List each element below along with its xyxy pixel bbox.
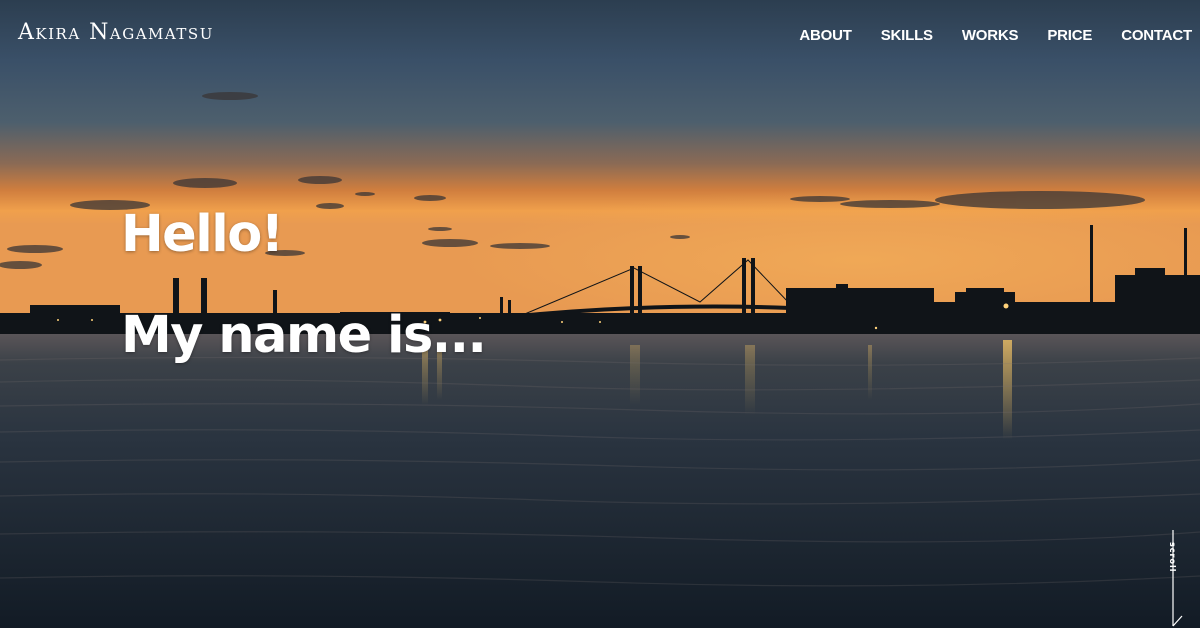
hero-greeting: Hello! bbox=[121, 205, 284, 264]
scroll-indicator[interactable]: scroll bbox=[1168, 528, 1188, 628]
nav-works[interactable]: WORKS bbox=[962, 27, 1019, 44]
nav-skills[interactable]: SKILLS bbox=[881, 27, 933, 44]
scroll-label: scroll bbox=[1168, 542, 1177, 573]
nav-price[interactable]: PRICE bbox=[1047, 27, 1092, 44]
site-header: Akira Nagamatsu ABOUT SKILLS WORKS PRICE… bbox=[0, 0, 1200, 72]
nav-about[interactable]: ABOUT bbox=[799, 27, 852, 44]
main-nav: ABOUT SKILLS WORKS PRICE CONTACT bbox=[770, 27, 1192, 44]
hero-intro: My name is... bbox=[121, 306, 487, 365]
hero-section: Akira Nagamatsu ABOUT SKILLS WORKS PRICE… bbox=[0, 0, 1200, 628]
site-logo[interactable]: Akira Nagamatsu bbox=[18, 22, 214, 44]
nav-contact[interactable]: CONTACT bbox=[1121, 27, 1192, 44]
